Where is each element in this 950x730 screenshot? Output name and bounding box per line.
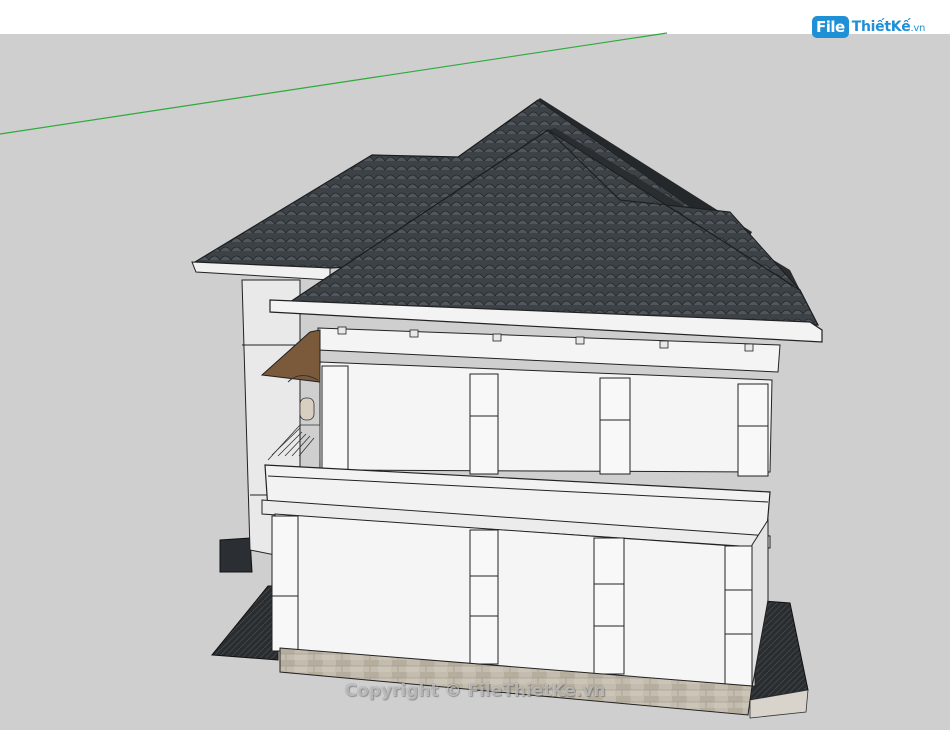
logo-file-badge: File [812,16,849,38]
villa-3d-model[interactable] [0,0,950,730]
modeling-viewport[interactable]: File ThiếtKế.vn Copyright © FileThietKe.… [0,0,950,730]
logo-tld: .vn [910,23,925,34]
left-stair [211,585,279,661]
site-logo: File ThiếtKế.vn [812,12,925,42]
copyright-watermark: Copyright © FileThietKe.vn [344,681,606,701]
left-box [219,537,253,573]
logo-brand-text: ThiếtKế [851,19,911,35]
logo-wordmark: ThiếtKế.vn [851,19,926,35]
upper-floor-wall [319,361,773,473]
balcony-vase [299,397,315,421]
